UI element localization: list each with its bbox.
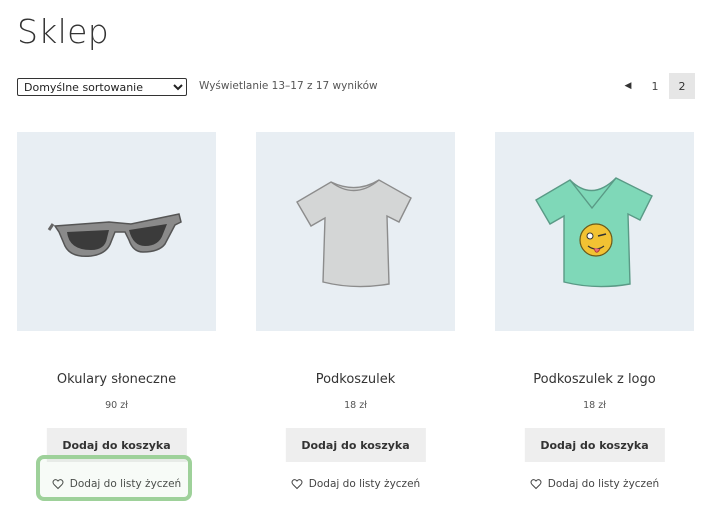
product-title[interactable]: Podkoszulek z logo <box>495 372 694 387</box>
heart-icon <box>291 479 303 490</box>
product-price: 90 zł <box>105 400 128 411</box>
pagination: ◀ 1 2 <box>614 73 695 99</box>
product-grid: Okulary słoneczne 90 zł Dodaj do koszyka… <box>17 132 697 502</box>
add-to-wishlist-link[interactable]: Dodaj do listy życzeń <box>495 474 694 494</box>
wishlist-label: Dodaj do listy życzeń <box>547 478 660 490</box>
product-price: 18 zł <box>583 400 606 411</box>
caret-left-icon: ◀ <box>624 81 632 91</box>
product-image-tshirt-logo[interactable] <box>495 132 694 331</box>
heart-icon <box>52 479 64 490</box>
product-price: 18 zł <box>344 400 367 411</box>
sort-select[interactable]: Domyślne sortowanie <box>17 78 187 96</box>
product-image-tshirt[interactable] <box>256 132 455 331</box>
pagination-page-1[interactable]: 1 <box>642 73 668 99</box>
heart-icon <box>530 479 542 490</box>
product-title[interactable]: Okulary słoneczne <box>17 372 216 387</box>
add-to-cart-button[interactable]: Dodaj do koszyka <box>285 428 426 462</box>
product-card: Okulary słoneczne 90 zł Dodaj do koszyka… <box>17 132 216 490</box>
add-to-wishlist-link[interactable]: Dodaj do listy życzeń <box>17 474 216 494</box>
add-to-cart-button[interactable]: Dodaj do koszyka <box>46 428 187 462</box>
add-to-wishlist-link[interactable]: Dodaj do listy życzeń <box>256 474 455 494</box>
product-title[interactable]: Podkoszulek <box>256 372 455 387</box>
wishlist-label: Dodaj do listy życzeń <box>69 478 182 490</box>
product-card: Podkoszulek z logo 18 zł Dodaj do koszyk… <box>495 132 694 490</box>
product-card: Podkoszulek 18 zł Dodaj do koszyka Dodaj… <box>256 132 455 490</box>
teal-tshirt-image <box>534 176 653 287</box>
pagination-page-2-current: 2 <box>669 73 695 99</box>
grey-tshirt-image <box>295 178 412 287</box>
product-image-sunglasses[interactable] <box>17 132 216 331</box>
sunglasses-image <box>47 212 182 257</box>
wishlist-label: Dodaj do listy życzeń <box>308 478 421 490</box>
result-count: Wyświetlanie 13–17 z 17 wyników <box>199 80 378 92</box>
pagination-prev-button[interactable]: ◀ <box>615 73 641 99</box>
add-to-cart-button[interactable]: Dodaj do koszyka <box>524 428 665 462</box>
page-title: Sklep <box>17 12 109 51</box>
